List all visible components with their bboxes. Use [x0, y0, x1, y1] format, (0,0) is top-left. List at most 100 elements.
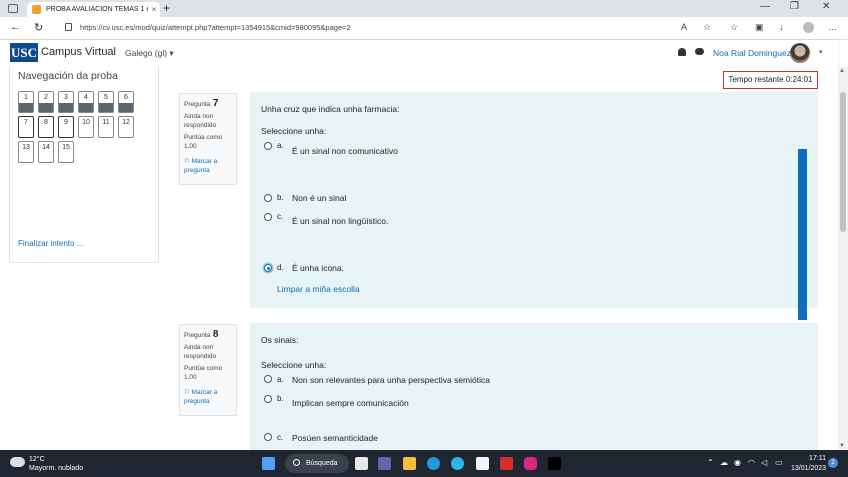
quiz-nav-button-15[interactable]: 15	[58, 141, 74, 163]
close-window-icon[interactable]: ✕	[822, 1, 830, 12]
tab-close-icon[interactable]: ×	[148, 5, 160, 14]
quiz-nav-button-12[interactable]: 12	[118, 116, 134, 138]
user-name[interactable]: Noa Rial Dominguez	[713, 48, 791, 58]
clock-time: 17:11	[809, 455, 827, 462]
lock-icon[interactable]	[65, 23, 72, 31]
favorites-icon[interactable]: ☆	[730, 22, 738, 33]
onedrive-icon[interactable]: ☁	[720, 458, 728, 467]
quiz-navigation-title: Navegación da proba	[18, 70, 118, 82]
browser-beta-icon[interactable]	[451, 457, 464, 470]
question-state: Ainda non respondido	[184, 113, 217, 129]
url-field[interactable]: https://cv.usc.es/mod/quiz/attempt.php?a…	[80, 23, 351, 32]
flag-question-link[interactable]: ⚐ Marcar a pregunta	[184, 388, 232, 406]
scroll-up-icon[interactable]: ▲	[839, 68, 845, 74]
quiz-nav-button-3[interactable]: 3	[58, 91, 74, 113]
profile-icon[interactable]	[803, 22, 814, 33]
select-one-prompt: Seleccione unha:	[261, 360, 327, 370]
question-mark: Puntúa como 1,00	[184, 134, 223, 150]
quiz-nav-button-2[interactable]: 2	[38, 91, 54, 113]
minimize-icon[interactable]: —	[760, 1, 770, 12]
battery-icon[interactable]: ▭	[775, 458, 783, 467]
back-icon[interactable]: ←	[10, 21, 21, 33]
finish-attempt-link[interactable]: Finalizar intento ...	[18, 239, 83, 248]
scroll-down-icon[interactable]: ▼	[839, 443, 845, 449]
option-c-radio[interactable]	[264, 433, 272, 441]
quiz-nav-button-8[interactable]: 8	[38, 116, 54, 138]
favorite-add-icon[interactable]: ☆	[703, 22, 711, 33]
store-icon[interactable]	[476, 457, 489, 470]
option-a-radio[interactable]	[264, 375, 272, 383]
question-label: Pregunta	[184, 332, 211, 339]
option-d-text[interactable]: É unha icona.	[292, 263, 344, 273]
page-scrollbar[interactable]: ▲ ▼	[838, 67, 848, 450]
quiz-nav-button-11[interactable]: 11	[98, 116, 114, 138]
user-menu-caret-icon[interactable]: ▾	[819, 48, 823, 56]
option-a-text[interactable]: Non son relevantes para unha perspectiva…	[292, 375, 490, 385]
collections-icon[interactable]: ▣	[755, 22, 764, 33]
site-name[interactable]: Campus Virtual	[41, 46, 116, 58]
page-content: Navegación da proba 1 2 3 4 5 6 7 8 9 10…	[0, 67, 838, 450]
option-b-radio[interactable]	[264, 395, 272, 403]
read-aloud-icon[interactable]: A	[681, 22, 687, 32]
downloads-icon[interactable]: ↓	[779, 22, 784, 32]
usc-logo[interactable]: USC	[10, 43, 38, 62]
clear-choice-link[interactable]: Limpar a miña escolla	[277, 284, 360, 294]
quiz-nav-button-6[interactable]: 6	[118, 91, 134, 113]
quiz-nav-button-1[interactable]: 1	[18, 91, 34, 113]
time-remaining: Tempo restante 0:24:01	[723, 71, 818, 89]
option-c-text[interactable]: É un sinal non lingüístico.	[292, 216, 388, 226]
tiktok-icon[interactable]	[548, 457, 561, 470]
search-icon	[293, 459, 300, 466]
taskbar-search[interactable]: Búsqueda	[285, 454, 349, 473]
option-d-radio[interactable]	[264, 264, 272, 272]
question-number: 8	[212, 329, 219, 340]
volume-icon[interactable]: ◁	[761, 458, 767, 467]
option-c-text[interactable]: Posúen semanticidade	[292, 433, 378, 443]
option-a-radio[interactable]	[264, 142, 272, 150]
option-a-text[interactable]: É un sinal non comunicativo	[292, 146, 398, 156]
quiz-nav-button-10[interactable]: 10	[78, 116, 94, 138]
quiz-nav-button-9[interactable]: 9	[58, 116, 74, 138]
more-options-icon[interactable]: …	[828, 22, 837, 32]
instagram-icon[interactable]	[524, 457, 537, 470]
quiz-nav-button-13[interactable]: 13	[18, 141, 34, 163]
start-menu-icon[interactable]	[262, 457, 275, 470]
flag-question-link[interactable]: ⚐ Marcar a pregunta	[184, 157, 232, 175]
quiz-nav-button-5[interactable]: 5	[98, 91, 114, 113]
messages-icon[interactable]	[695, 48, 704, 55]
avatar[interactable]	[790, 43, 810, 63]
quiz-nav-button-14[interactable]: 14	[38, 141, 54, 163]
address-bar: ← ↻ https://cv.usc.es/mod/quiz/attempt.p…	[0, 17, 848, 40]
scrollbar-thumb[interactable]	[840, 92, 846, 232]
option-b-radio[interactable]	[264, 194, 272, 202]
notifications-bell-icon[interactable]	[678, 48, 686, 56]
question-8-info: Pregunta 8 Ainda non respondido Puntúa c…	[179, 324, 237, 416]
wifi-icon[interactable]: ◠	[748, 458, 755, 467]
flag-icon: ⚐	[184, 158, 192, 165]
tray-overflow-icon[interactable]: ⌃	[707, 458, 714, 467]
language-selector[interactable]: Galego (gl) ▾	[125, 48, 174, 59]
edge-browser-icon[interactable]	[427, 457, 440, 470]
task-view-icon[interactable]	[355, 457, 368, 470]
quiz-nav-button-4[interactable]: 4	[78, 91, 94, 113]
quiz-nav-button-7[interactable]: 7	[18, 116, 34, 138]
taskbar-clock[interactable]: 17:11 13/01/2023	[791, 454, 826, 474]
network-icon[interactable]: ◉	[734, 458, 741, 467]
browser-tab[interactable]: PROBA AVALIACIÓN TEMAS 1 e... ×	[27, 2, 160, 17]
new-tab-button[interactable]: +	[163, 1, 170, 15]
tab-actions-icon[interactable]	[8, 4, 18, 13]
select-one-prompt: Seleccione unha:	[261, 126, 327, 136]
maximize-icon[interactable]: ❐	[790, 1, 799, 12]
option-c-radio[interactable]	[264, 213, 272, 221]
weather-cloud-icon[interactable]	[10, 457, 25, 467]
question-text: Unha cruz que indica unha farmacia:	[261, 104, 400, 114]
mcafee-icon[interactable]	[500, 457, 513, 470]
teams-chat-icon[interactable]	[378, 457, 391, 470]
notification-badge[interactable]: 2	[828, 458, 838, 468]
refresh-icon[interactable]: ↻	[34, 21, 43, 34]
weather-widget[interactable]: 12°C Mayorm. nublado	[29, 455, 83, 473]
option-b-text[interactable]: Implican sempre comunicación	[292, 398, 409, 408]
question-7-info: Pregunta 7 Ainda non respondido Puntúa c…	[179, 93, 237, 185]
option-b-text[interactable]: Non é un sinal	[292, 193, 346, 203]
file-explorer-icon[interactable]	[403, 457, 416, 470]
